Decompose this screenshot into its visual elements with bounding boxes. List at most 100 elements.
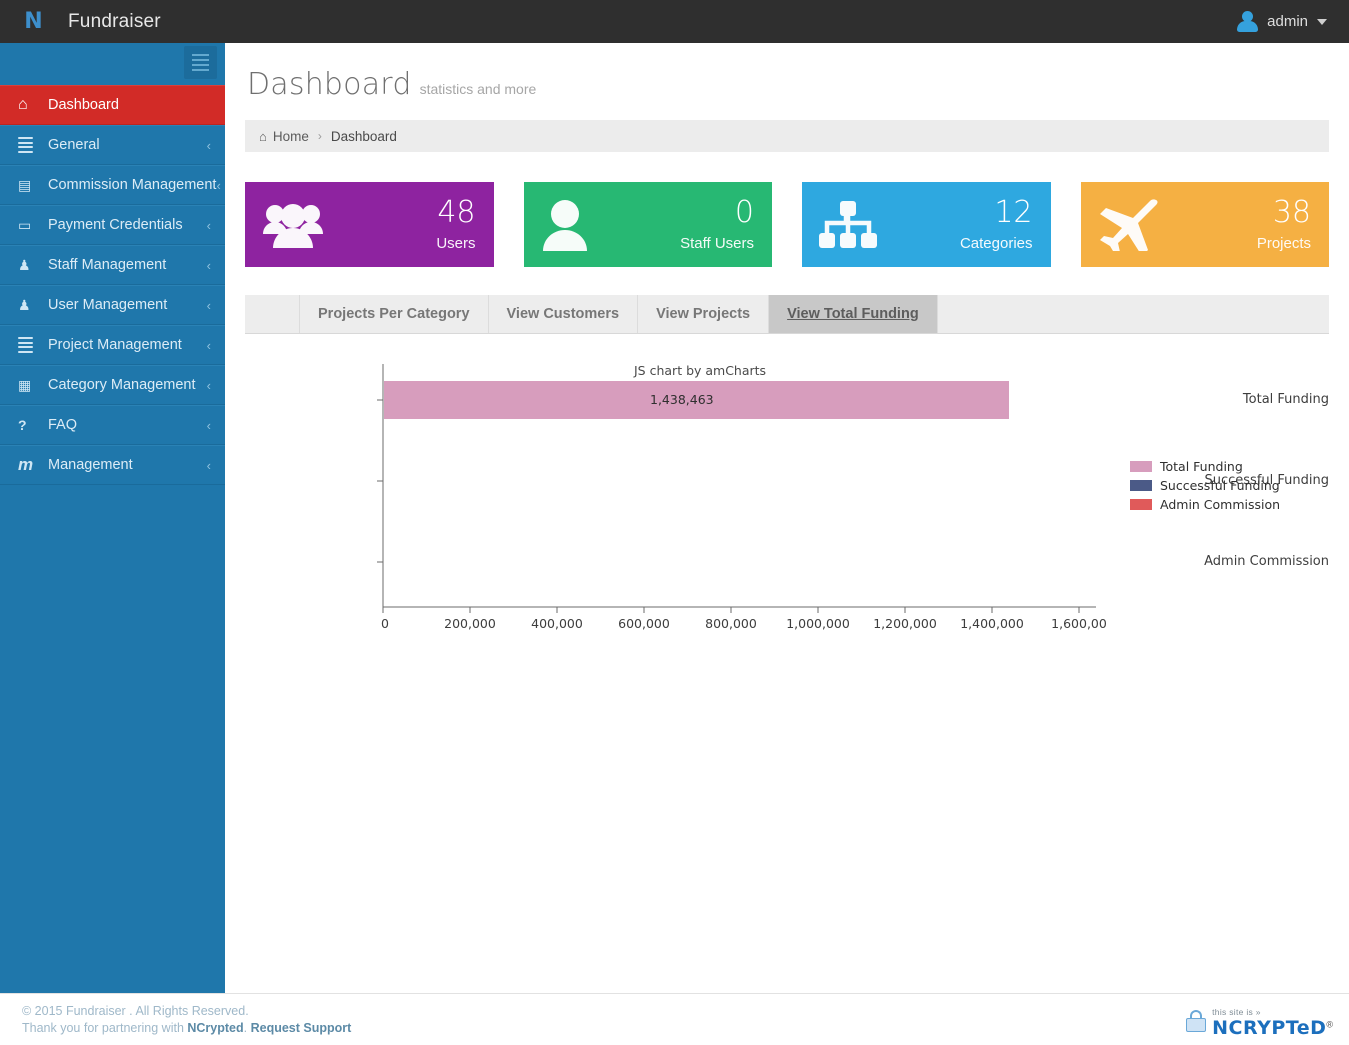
credit-card-icon: ▭ bbox=[18, 216, 32, 233]
question-circle-icon: ? bbox=[18, 417, 27, 433]
sidebar-item-faq[interactable]: ? FAQ ‹ bbox=[0, 405, 225, 445]
footer-partner-prefix: Thank you for partnering with bbox=[22, 1021, 188, 1035]
app-title: Fundraiser bbox=[68, 10, 161, 32]
chevron-left-icon: ‹ bbox=[206, 457, 211, 473]
sidebar-item-commission-management[interactable]: ▤ Commission Management ‹ bbox=[0, 165, 225, 205]
footer-text: © 2015 Fundraiser . All Rights Reserved.… bbox=[22, 1003, 351, 1037]
legend-swatch bbox=[1130, 480, 1152, 491]
home-icon: ⌂ bbox=[18, 96, 28, 113]
chart-x-tick-label: 800,000 bbox=[705, 616, 757, 631]
sidebar-item-label: FAQ bbox=[48, 417, 78, 433]
ncrypted-badge[interactable]: this site is » NCRYPTeD® bbox=[1185, 1003, 1333, 1038]
tab-view-customers[interactable]: View Customers bbox=[487, 295, 639, 333]
bars-icon bbox=[18, 337, 40, 353]
stat-card-text: 38 Projects bbox=[1256, 198, 1311, 252]
group-users-icon bbox=[261, 200, 325, 250]
user-menu-label: admin bbox=[1267, 13, 1308, 30]
stat-card-categories[interactable]: 12 Categories bbox=[802, 182, 1051, 267]
sidebar-item-project-management[interactable]: Project Management ‹ bbox=[0, 325, 225, 365]
stat-card-caption: Staff Users bbox=[680, 235, 754, 252]
tab-bar: Projects Per Category View Customers View … bbox=[245, 295, 1329, 334]
tab-view-total-funding[interactable]: View Total Funding bbox=[768, 295, 938, 333]
sidebar-item-staff-management[interactable]: ♟ Staff Management ‹ bbox=[0, 245, 225, 285]
sidebar-item-label: Dashboard bbox=[48, 97, 119, 113]
breadcrumb-home-link[interactable]: ⌂ Home bbox=[259, 129, 309, 144]
chevron-down-icon bbox=[1317, 18, 1327, 25]
stat-card-caption: Projects bbox=[1256, 235, 1311, 252]
list-icon bbox=[18, 137, 40, 153]
chevron-left-icon: ‹ bbox=[206, 377, 211, 393]
stat-card-users[interactable]: 48 Users bbox=[245, 182, 494, 267]
user-menu[interactable]: admin bbox=[1236, 10, 1349, 33]
stat-card-text: 48 Users bbox=[436, 195, 476, 252]
chevron-left-icon: ‹ bbox=[206, 337, 211, 353]
chart-x-tick-label: 0 bbox=[381, 616, 389, 631]
sidebar-item-dashboard[interactable]: ⌂ Dashboard bbox=[0, 85, 225, 125]
sidebar-item-category-management[interactable]: ▦ Category Management ‹ bbox=[0, 365, 225, 405]
sidebar: ⌂ Dashboard General ‹ ▤ Commission Management… bbox=[0, 43, 225, 993]
sitemap-icon bbox=[818, 200, 878, 250]
stat-card-caption: Users bbox=[436, 235, 476, 252]
chevron-left-icon: ‹ bbox=[206, 257, 211, 273]
tab-view-projects[interactable]: View Projects bbox=[637, 295, 770, 333]
sidebar-item-label: Staff Management bbox=[48, 257, 167, 273]
legend-swatch bbox=[1130, 499, 1152, 510]
page-title: Dashboard bbox=[247, 67, 412, 102]
breadcrumb-home-label: Home bbox=[272, 128, 309, 144]
legend-item-successful-funding[interactable]: Successful Funding bbox=[1130, 478, 1280, 493]
stat-card-text: 0 Staff Users bbox=[680, 195, 754, 252]
breadcrumb-current: Dashboard bbox=[330, 128, 397, 144]
chart-category-label: Total Funding bbox=[1242, 392, 1329, 407]
brand-logo[interactable]: N bbox=[0, 9, 66, 34]
stat-card-value: 48 bbox=[437, 195, 476, 230]
sidebar-item-label: General bbox=[48, 137, 100, 153]
tab-projects-per-category[interactable]: Projects Per Category bbox=[299, 295, 489, 333]
logo-n-icon: N bbox=[24, 9, 42, 34]
home-icon: ⌂ bbox=[259, 128, 267, 144]
padlock-icon bbox=[1185, 1009, 1207, 1033]
hamburger-menu-icon[interactable] bbox=[184, 46, 217, 79]
sidebar-item-general[interactable]: General ‹ bbox=[0, 125, 225, 165]
chart-category-label: Admin Commission bbox=[1204, 554, 1329, 569]
stat-card-staff-users[interactable]: 0 Staff Users bbox=[523, 182, 772, 267]
stat-card-row: 48 Users 0 Staff Users 12 Categories 38 Project… bbox=[245, 182, 1329, 267]
user-avatar-icon bbox=[1236, 10, 1259, 33]
main-content: Dashboard statistics and more ⌂ Home › Da… bbox=[225, 43, 1349, 993]
sidebar-nav: ⌂ Dashboard General ‹ ▤ Commission Management… bbox=[0, 85, 225, 485]
legend-label: Successful Funding bbox=[1160, 478, 1280, 493]
stat-card-projects[interactable]: 38 Projects bbox=[1080, 182, 1329, 267]
sidebar-item-label: Management bbox=[48, 457, 133, 473]
footer: © 2015 Fundraiser . All Rights Reserved.… bbox=[0, 993, 1349, 1045]
legend-item-total-funding[interactable]: Total Funding bbox=[1130, 459, 1280, 474]
sidebar-item-management[interactable]: m Management ‹ bbox=[0, 445, 225, 485]
sidebar-item-label: Project Management bbox=[48, 337, 182, 353]
sidebar-item-payment-credentials[interactable]: ▭ Payment Credentials ‹ bbox=[0, 205, 225, 245]
users-icon: ♟ bbox=[18, 256, 31, 273]
stat-card-text: 12 Categories bbox=[959, 198, 1033, 252]
money-bill-icon: ▤ bbox=[18, 176, 32, 193]
total-funding-chart: JS chart by amCharts Total Funding Succe… bbox=[245, 356, 1329, 646]
badge-registered-mark: ® bbox=[1326, 1019, 1333, 1030]
users-icon: ♟ bbox=[18, 296, 31, 313]
chart-x-tick-label: 400,000 bbox=[531, 616, 583, 631]
stat-card-value: 0 bbox=[734, 195, 754, 230]
badge-tagline: this site is » bbox=[1212, 1007, 1261, 1017]
sidebar-item-user-management[interactable]: ♟ User Management ‹ bbox=[0, 285, 225, 325]
ncrypted-link[interactable]: NCrypted bbox=[187, 1021, 243, 1035]
legend-label: Total Funding bbox=[1160, 459, 1243, 474]
legend-item-admin-commission[interactable]: Admin Commission bbox=[1130, 497, 1280, 512]
request-support-link[interactable]: Request Support bbox=[251, 1021, 352, 1035]
chart-x-tick-label: 600,000 bbox=[618, 616, 670, 631]
chart-x-tick-label: 1,200,000 bbox=[873, 616, 937, 631]
page-subtitle: statistics and more bbox=[419, 81, 537, 97]
legend-label: Admin Commission bbox=[1160, 497, 1281, 512]
badge-title: NCRYPTeD bbox=[1212, 1017, 1327, 1039]
footer-copyright: © 2015 Fundraiser . All Rights Reserved. bbox=[22, 1004, 249, 1018]
stat-card-caption: Categories bbox=[959, 235, 1033, 252]
breadcrumb: ⌂ Home › Dashboard bbox=[245, 120, 1329, 152]
chevron-left-icon: ‹ bbox=[206, 217, 211, 233]
chart-legend: Total Funding Successful Funding Admin Com… bbox=[1130, 459, 1280, 516]
chart-x-tick-label: 1,600,00 bbox=[1051, 616, 1107, 631]
plane-icon bbox=[1097, 198, 1159, 251]
chart-x-tick-label: 1,000,000 bbox=[786, 616, 850, 631]
